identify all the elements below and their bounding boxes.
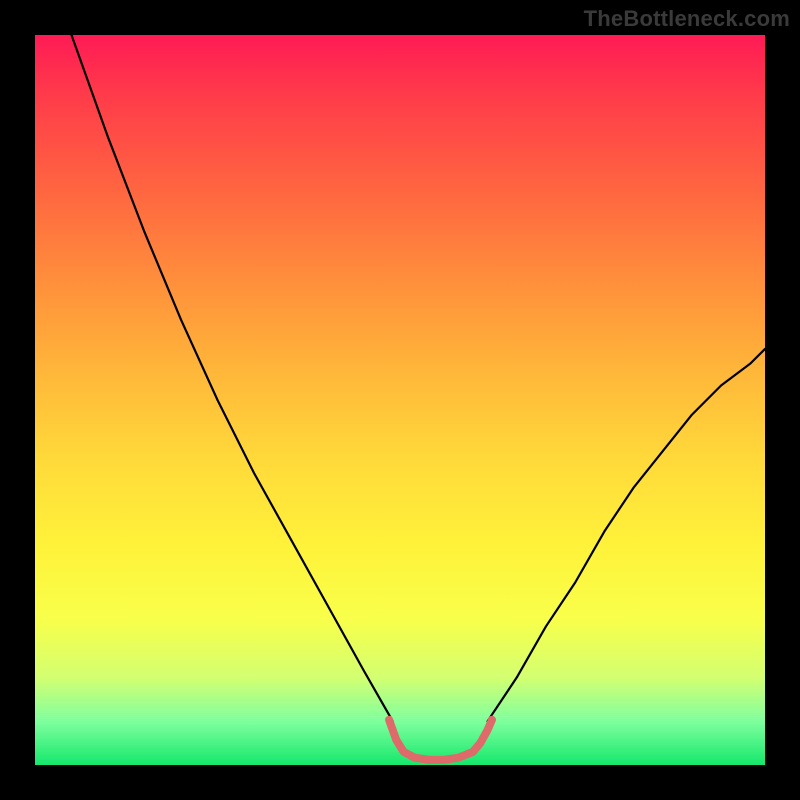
- series-group: [72, 35, 766, 760]
- curve-canvas: [35, 35, 765, 765]
- series-black-curve-left: [72, 35, 393, 721]
- chart-stage: TheBottleneck.com: [0, 0, 800, 800]
- watermark-text: TheBottleneck.com: [584, 6, 790, 32]
- series-red-notch-bottom: [389, 720, 492, 760]
- plot-area: [35, 35, 765, 765]
- series-black-curve-right: [488, 349, 765, 721]
